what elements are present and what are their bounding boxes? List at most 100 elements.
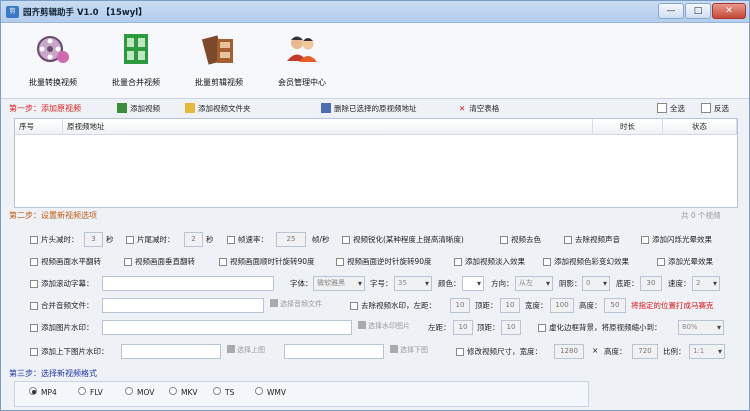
format-radio-ts[interactable] bbox=[213, 387, 221, 395]
speed-select[interactable]: 2 bbox=[692, 276, 720, 291]
resize-width-input[interactable]: 1280 bbox=[554, 344, 584, 359]
member-center-button[interactable]: 会员管理中心 bbox=[262, 29, 342, 95]
choose-bottom-image-button[interactable]: 选择下图 bbox=[390, 345, 428, 355]
top-image-input[interactable] bbox=[121, 344, 221, 359]
bottom-image-input[interactable] bbox=[284, 344, 384, 359]
close-button[interactable]: ✕ bbox=[712, 3, 746, 19]
col-duration[interactable]: 时长 bbox=[593, 119, 663, 135]
top-bottom-wm-label: 添加上下图片水印： bbox=[41, 347, 109, 356]
scroll-text-checkbox[interactable] bbox=[30, 280, 38, 288]
img-left-input[interactable]: 10 bbox=[453, 320, 473, 335]
tail-cut-input[interactable]: 2 bbox=[184, 232, 203, 247]
image-wm-path-input[interactable] bbox=[102, 320, 352, 335]
choose-wm-image-button[interactable]: 选择水印图片 bbox=[358, 321, 410, 331]
format-label-mkv: MKV bbox=[181, 388, 198, 397]
col-index[interactable]: 序号 bbox=[15, 119, 63, 135]
wm-width-input[interactable]: 100 bbox=[550, 298, 574, 313]
mute-checkbox[interactable] bbox=[564, 236, 572, 244]
format-radio-flv[interactable] bbox=[78, 387, 86, 395]
wm-left-input[interactable]: 10 bbox=[450, 298, 470, 313]
head-cut-input[interactable]: 3 bbox=[84, 232, 103, 247]
video-table[interactable]: 序号 原视频地址 时长 状态 bbox=[14, 118, 738, 208]
rotate-ccw-checkbox[interactable] bbox=[336, 258, 344, 266]
delete-selected-button[interactable]: 删除已选择的原视频地址 bbox=[321, 101, 417, 117]
resize-height-input[interactable]: 720 bbox=[632, 344, 658, 359]
options-row-3: 添加滚动字幕： 字体： 微软雅黑 字号： 35 颜色： 方向： 从左 阴影： 0… bbox=[14, 275, 738, 293]
margin-input[interactable]: 30 bbox=[640, 276, 662, 291]
hflip-checkbox[interactable] bbox=[30, 258, 38, 266]
glow-label: 添加光晕效果 bbox=[668, 257, 713, 266]
choose-audio-button[interactable]: 选择音频文件 bbox=[270, 299, 322, 309]
scale-select[interactable]: 80% bbox=[678, 320, 724, 335]
col-path[interactable]: 原视频地址 bbox=[63, 119, 593, 135]
film-strip-icon bbox=[124, 34, 148, 64]
ratio-select[interactable]: 1:1 bbox=[689, 344, 725, 359]
maximize-button[interactable]: □ bbox=[685, 3, 711, 19]
sharpen-label: 视频锐化(某种程度上提高清晰度) bbox=[353, 235, 464, 244]
step2-title: 第二步：设置新视频选项 bbox=[9, 211, 97, 220]
clear-table-button[interactable]: ✕ 清空表格 bbox=[459, 101, 499, 117]
shadow-select[interactable]: 0 bbox=[582, 276, 610, 291]
scroll-text-label: 添加滚动字幕： bbox=[41, 279, 94, 288]
glow-checkbox[interactable] bbox=[657, 258, 665, 266]
add-video-label: 添加视频 bbox=[130, 104, 160, 113]
framerate-label: 帧速率： bbox=[238, 235, 268, 244]
direction-select[interactable]: 从左 bbox=[515, 276, 553, 291]
minimize-button[interactable]: — bbox=[658, 3, 684, 19]
wm-height-input[interactable]: 50 bbox=[604, 298, 626, 313]
format-radio-mp4[interactable] bbox=[29, 387, 37, 395]
choose-wm-label: 选择水印图片 bbox=[368, 322, 410, 330]
tail-cut-checkbox[interactable] bbox=[126, 236, 134, 244]
select-all-checkbox[interactable]: 全选 bbox=[657, 101, 685, 117]
resize-checkbox[interactable] bbox=[456, 348, 464, 356]
color-change-checkbox[interactable] bbox=[543, 258, 551, 266]
decolor-checkbox[interactable] bbox=[500, 236, 508, 244]
image-wm-label: 添加图片水印： bbox=[41, 323, 94, 332]
top-bottom-wm-checkbox[interactable] bbox=[30, 348, 38, 356]
format-radio-wmv[interactable] bbox=[255, 387, 263, 395]
font-select[interactable]: 微软雅黑 bbox=[313, 276, 365, 291]
video-count: 共 0 个视频 bbox=[681, 211, 721, 220]
add-folder-button[interactable]: 添加视频文件夹 bbox=[185, 101, 251, 117]
rotate-ccw-label: 视频画面逆时针旋转90度 bbox=[347, 257, 432, 266]
merge-audio-checkbox[interactable] bbox=[30, 302, 38, 310]
font-label: 字体： bbox=[290, 279, 313, 288]
decolor-label: 视频去色 bbox=[511, 235, 541, 244]
options-row-5: 添加图片水印： 选择水印图片 左距： 10 顶距： 10 虚化边框背景，将原视频… bbox=[14, 319, 738, 337]
img-top-input[interactable]: 10 bbox=[501, 320, 521, 335]
scroll-text-input[interactable] bbox=[102, 276, 274, 291]
vflip-checkbox[interactable] bbox=[124, 258, 132, 266]
format-radio-mkv[interactable] bbox=[169, 387, 177, 395]
font-size-select[interactable]: 35 bbox=[394, 276, 432, 291]
vflip-label: 视频画面垂直翻转 bbox=[135, 257, 195, 266]
framerate-checkbox[interactable] bbox=[227, 236, 235, 244]
format-label-wmv: WMV bbox=[267, 388, 287, 397]
head-cut-checkbox[interactable] bbox=[30, 236, 38, 244]
batch-convert-button[interactable]: 批量转换视频 bbox=[13, 29, 93, 95]
add-video-button[interactable]: 添加视频 bbox=[117, 101, 160, 117]
tool-label: 批量合并视频 bbox=[112, 78, 160, 87]
clear-icon: ✕ bbox=[459, 104, 466, 113]
sharpen-checkbox[interactable] bbox=[342, 236, 350, 244]
wm-top-input[interactable]: 10 bbox=[500, 298, 520, 313]
color-picker[interactable] bbox=[462, 276, 484, 291]
col-status[interactable]: 状态 bbox=[663, 119, 737, 135]
batch-edit-button[interactable]: 批量剪辑视频 bbox=[179, 29, 259, 95]
blur-border-checkbox[interactable] bbox=[538, 324, 546, 332]
ratio-label: 比例： bbox=[663, 347, 686, 356]
fade-in-checkbox[interactable] bbox=[454, 258, 462, 266]
add-folder-label: 添加视频文件夹 bbox=[198, 104, 251, 113]
size-label: 字号： bbox=[370, 279, 393, 288]
file-icon bbox=[270, 299, 278, 307]
rotate-cw-checkbox[interactable] bbox=[219, 258, 227, 266]
remove-wm-checkbox[interactable] bbox=[350, 302, 358, 310]
invert-select-checkbox[interactable]: 反选 bbox=[701, 101, 729, 117]
framerate-input[interactable]: 25 bbox=[276, 232, 306, 247]
choose-top-label: 选择上图 bbox=[237, 346, 265, 354]
image-wm-checkbox[interactable] bbox=[30, 324, 38, 332]
batch-merge-button[interactable]: 批量合并视频 bbox=[96, 29, 176, 95]
choose-top-image-button[interactable]: 选择上图 bbox=[227, 345, 265, 355]
audio-path-input[interactable] bbox=[102, 298, 264, 313]
format-radio-mov[interactable] bbox=[125, 387, 133, 395]
flash-checkbox[interactable] bbox=[641, 236, 649, 244]
